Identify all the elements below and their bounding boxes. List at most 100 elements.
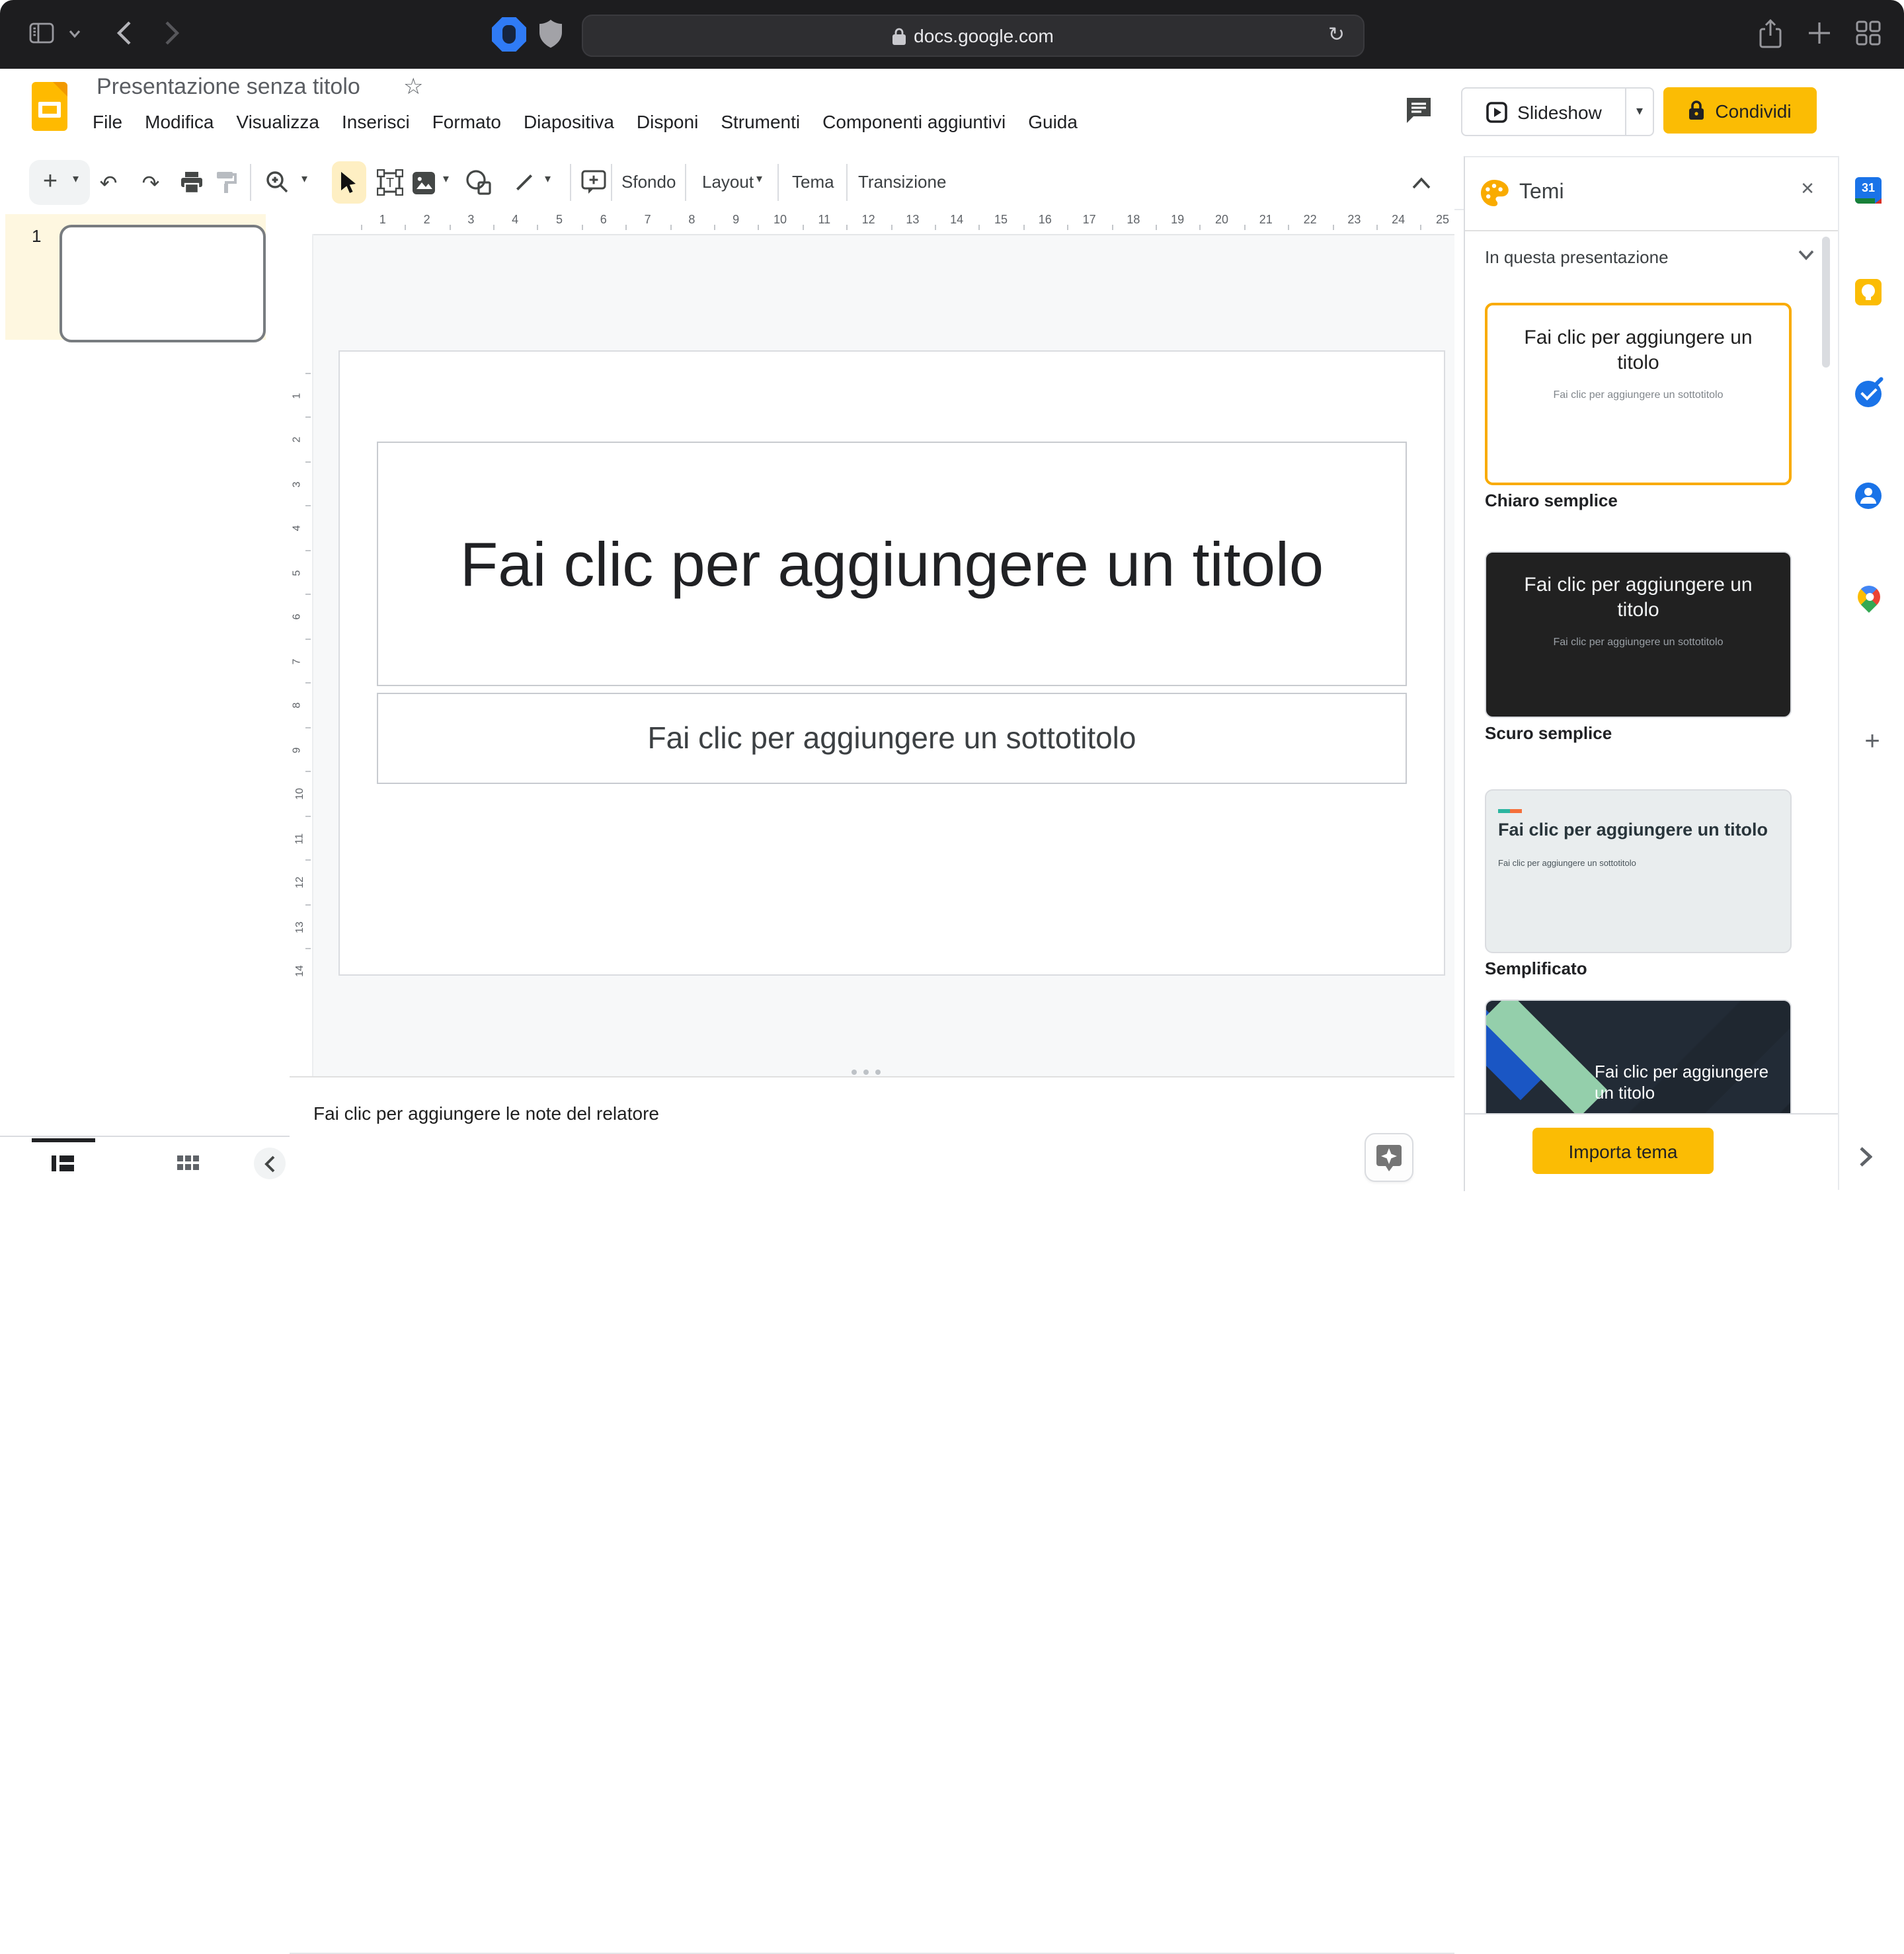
v-ruler-number: 7	[290, 658, 302, 664]
slides-logo-icon[interactable]	[32, 82, 67, 131]
redo-button[interactable]: ↷	[135, 167, 167, 198]
toolbar: + ▾ ↶ ↷ ▾ T ▾ ▾	[0, 156, 1464, 210]
close-icon[interactable]: ×	[1792, 173, 1823, 205]
sidebar-chevron-down-icon[interactable]	[69, 29, 81, 38]
new-tab-icon[interactable]	[1806, 20, 1833, 46]
theme-card-scuro-semplice[interactable]: Fai clic per aggiungere un titolo Fai cl…	[1485, 551, 1792, 718]
logo-frame	[38, 102, 61, 118]
insert-shape-button[interactable]	[463, 167, 495, 198]
transition-button[interactable]: Transizione	[858, 172, 946, 192]
address-bar[interactable]: docs.google.com ↻	[582, 15, 1365, 57]
share-label: Condividi	[1715, 100, 1791, 121]
sidebar-toggle-icon[interactable]	[29, 22, 54, 44]
document-title[interactable]: Presentazione senza titolo	[97, 74, 360, 100]
gemini-notes-button[interactable]	[1365, 1133, 1413, 1182]
slideshow-split-button: Slideshow ▾	[1461, 87, 1654, 136]
theme-button[interactable]: Tema	[792, 172, 834, 192]
slideshow-button[interactable]: Slideshow	[1462, 89, 1626, 135]
google-maps-icon[interactable]	[1853, 581, 1885, 613]
import-theme-button[interactable]: Importa tema	[1532, 1128, 1714, 1174]
collapse-toolbar-icon[interactable]	[1406, 167, 1437, 198]
menu-visualizza[interactable]: Visualizza	[236, 111, 319, 132]
menu-modifica[interactable]: Modifica	[145, 111, 214, 132]
filmstrip-view-icon[interactable]	[52, 1154, 74, 1173]
subtitle-placeholder-box[interactable]: Fai clic per aggiungere un sottotitolo	[377, 693, 1407, 784]
paint-format-button[interactable]	[210, 167, 242, 198]
shield-extension-icon[interactable]	[539, 19, 562, 49]
share-icon[interactable]	[1759, 19, 1782, 49]
zoom-button[interactable]	[262, 167, 294, 198]
menu-diapositiva[interactable]: Diapositiva	[524, 111, 614, 132]
google-calendar-icon[interactable]: 31	[1855, 177, 1882, 204]
filmstrip-bottom-bar	[0, 1136, 290, 1190]
back-icon[interactable]	[116, 20, 132, 46]
zoom-dropdown-icon[interactable]: ▾	[301, 173, 307, 186]
panel-scrollbar-thumb[interactable]	[1822, 237, 1830, 368]
theme-label: Scuro semplice	[1485, 723, 1612, 743]
google-tasks-icon[interactable]	[1855, 381, 1882, 407]
v-ruler-number: 5	[290, 570, 302, 576]
google-keep-icon[interactable]	[1855, 279, 1882, 305]
slide-thumbnail[interactable]	[60, 225, 266, 342]
h-ruler-number: 20	[1215, 213, 1228, 226]
title-placeholder-text: Fai clic per aggiungere un titolo	[403, 526, 1381, 602]
background-button[interactable]: Sfondo	[621, 172, 676, 192]
menu-guida[interactable]: Guida	[1028, 111, 1078, 132]
slideshow-label: Slideshow	[1517, 101, 1602, 122]
section-label: In questa presentazione	[1485, 247, 1669, 267]
theme-card-title: Fai clic per aggiungere un titolo	[1505, 574, 1772, 623]
notes-resize-handle[interactable]	[852, 1070, 881, 1075]
h-ruler-number: 23	[1347, 213, 1361, 226]
collapse-filmstrip-button[interactable]	[254, 1148, 286, 1179]
insert-image-button[interactable]	[407, 167, 439, 198]
share-document-button[interactable]: Condividi	[1663, 87, 1817, 134]
h-ruler-number: 14	[950, 213, 963, 226]
slideshow-options-arrow[interactable]: ▾	[1626, 89, 1653, 135]
h-ruler-number: 22	[1304, 213, 1317, 226]
print-button[interactable]	[176, 167, 208, 198]
slide-editor[interactable]: Fai clic per aggiungere un titolo Fai cl…	[338, 350, 1445, 976]
new-slide-button[interactable]: +	[34, 167, 66, 198]
accent-dash	[1498, 809, 1790, 813]
title-placeholder-box[interactable]: Fai clic per aggiungere un titolo	[377, 442, 1407, 686]
insert-line-button[interactable]	[508, 167, 539, 198]
menu-file[interactable]: File	[93, 111, 122, 132]
themes-panel-title: Temi	[1519, 181, 1564, 205]
h-ruler-number: 3	[467, 213, 474, 226]
layout-button[interactable]: Layout	[702, 172, 754, 192]
hide-side-panel-icon[interactable]	[1859, 1146, 1872, 1167]
reload-icon[interactable]: ↻	[1328, 22, 1345, 46]
star-icon[interactable]: ☆	[403, 74, 424, 100]
in-this-presentation-row[interactable]: In questa presentazione	[1465, 230, 1839, 283]
chevron-down-icon	[1798, 250, 1814, 260]
select-tool-button[interactable]	[333, 167, 365, 198]
theme-card-semplificato[interactable]: Fai clic per aggiungere un titolo Fai cl…	[1485, 789, 1792, 953]
h-ruler-number: 12	[862, 213, 875, 226]
menu-formato[interactable]: Formato	[432, 111, 501, 132]
grid-view-icon[interactable]	[177, 1155, 200, 1171]
v-ruler-number: 10	[294, 788, 305, 800]
menu-disponi[interactable]: Disponi	[637, 111, 698, 132]
menu-strumenti[interactable]: Strumenti	[721, 111, 800, 132]
menu-inserisci[interactable]: Inserisci	[342, 111, 410, 132]
text-box-button[interactable]: T	[374, 167, 406, 198]
theme-card-material[interactable]: Fai clic per aggiungere un titolo	[1485, 999, 1792, 1113]
menu-componenti-aggiuntivi[interactable]: Componenti aggiuntivi	[822, 111, 1006, 132]
new-slide-dropdown-icon[interactable]: ▾	[73, 173, 79, 186]
image-dropdown-icon[interactable]: ▾	[443, 173, 449, 186]
google-contacts-icon[interactable]	[1855, 483, 1882, 509]
content-blocker-extension-icon[interactable]	[492, 17, 526, 52]
line-dropdown-icon[interactable]: ▾	[545, 173, 551, 186]
theme-card-subtitle: Fai clic per aggiungere un sottotitolo	[1501, 388, 1776, 400]
undo-button[interactable]: ↶	[93, 167, 124, 198]
speaker-notes-placeholder[interactable]: Fai clic per aggiungere le note del rela…	[313, 1103, 659, 1124]
layout-dropdown-icon[interactable]: ▾	[756, 173, 762, 186]
theme-card-chiaro-semplice[interactable]: Fai clic per aggiungere un titolo Fai cl…	[1485, 303, 1792, 485]
h-ruler-number: 25	[1436, 213, 1449, 226]
tab-overview-icon[interactable]	[1855, 20, 1882, 46]
add-addon-icon[interactable]: +	[1839, 727, 1904, 758]
selected-slide-row[interactable]: 1	[5, 214, 266, 340]
add-comment-button[interactable]	[578, 167, 610, 198]
comments-icon[interactable]	[1404, 95, 1433, 124]
forward-icon[interactable]	[164, 20, 180, 46]
